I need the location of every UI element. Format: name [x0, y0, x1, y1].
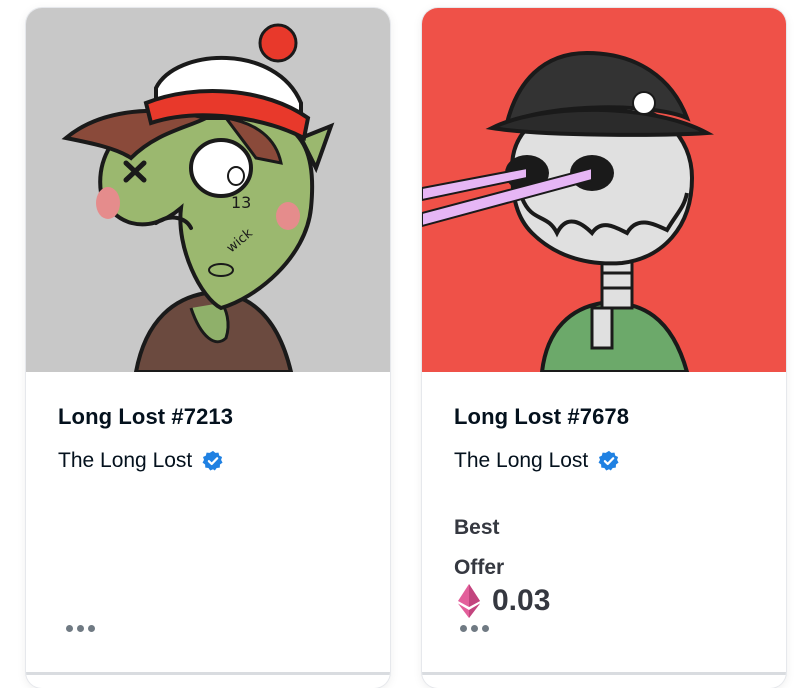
collection-link[interactable]: The Long Lost [58, 449, 224, 473]
ethereum-icon [458, 584, 480, 618]
nft-card-7213[interactable]: 13 wick Long Lost #7213 The Long Lost [26, 8, 390, 688]
collection-link[interactable]: The Long Lost [454, 449, 620, 473]
nft-title[interactable]: Long Lost #7213 [58, 404, 233, 430]
more-dots-icon [460, 624, 467, 632]
verified-badge-icon [598, 450, 619, 471]
verified-badge-icon [202, 450, 223, 471]
more-options-button[interactable] [460, 621, 494, 635]
dot [77, 624, 84, 632]
collection-name: The Long Lost [58, 449, 193, 472]
price-label: Best Offer [454, 516, 505, 579]
nft-card-7678[interactable]: Long Lost #7678 The Long Lost Best Offer… [422, 8, 786, 688]
price-display: 0.03 [458, 584, 550, 618]
nft-image[interactable]: 13 wick [26, 8, 390, 372]
more-dots-icon [66, 624, 73, 632]
nft-image[interactable] [422, 8, 786, 372]
dot [88, 624, 95, 632]
collection-name: The Long Lost [454, 449, 589, 472]
dot [471, 624, 478, 632]
price-value: 0.03 [492, 584, 551, 617]
more-options-button[interactable] [66, 621, 100, 635]
nft-title[interactable]: Long Lost #7678 [454, 404, 629, 430]
skeleton-character-image [422, 8, 786, 372]
zombie-character-image: 13 wick [26, 8, 390, 372]
dot [482, 624, 489, 632]
svg-text:13: 13 [231, 193, 251, 212]
